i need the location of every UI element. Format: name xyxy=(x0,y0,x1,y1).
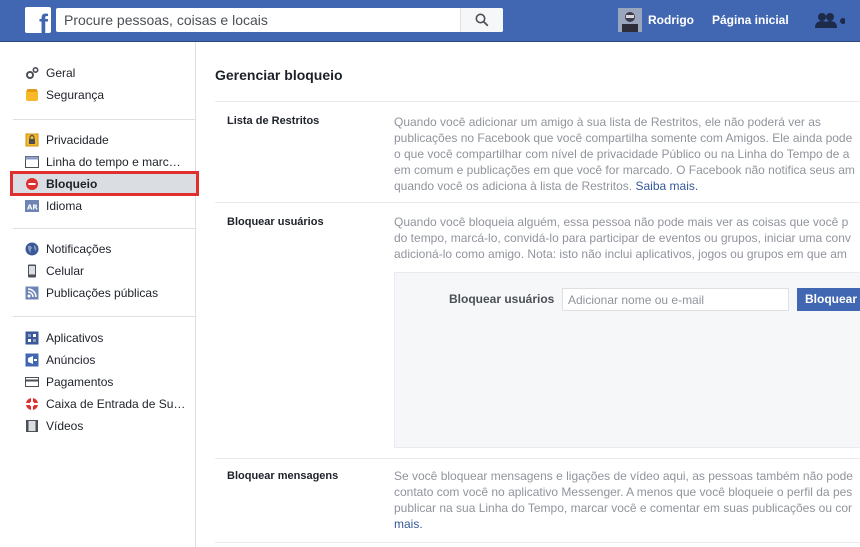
settings-sidebar: Geral Segurança Privacidade Linha do tem… xyxy=(0,42,199,547)
sidebar-item-label: Publicações públicas xyxy=(46,286,159,300)
shield-icon xyxy=(25,88,39,102)
search-box xyxy=(56,8,503,32)
sidebar-item-videos[interactable]: Vídeos xyxy=(13,415,196,437)
block-users-description: Quando você bloqueia alguém, essa pessoa… xyxy=(394,215,851,261)
search-button[interactable] xyxy=(460,8,503,32)
lifebuoy-icon xyxy=(25,397,39,411)
block-users-field-label: Bloquear usuários xyxy=(449,292,555,306)
friends-icon xyxy=(815,13,846,28)
sidebar-item-label: Bloqueio xyxy=(46,177,98,191)
sidebar-item-notifications[interactable]: Notificações xyxy=(13,238,196,260)
sidebar-item-label: Pagamentos xyxy=(46,375,114,389)
sidebar-item-label: Linha do tempo e marc… xyxy=(46,155,181,169)
sidebar-divider xyxy=(13,119,196,120)
sidebar-item-public-posts[interactable]: Publicações públicas xyxy=(13,282,196,304)
facebook-logo[interactable]: f xyxy=(25,7,51,33)
avatar[interactable] xyxy=(618,8,642,32)
sidebar-item-label: Aplicativos xyxy=(46,331,104,345)
home-link[interactable]: Página inicial xyxy=(712,13,789,27)
section-divider xyxy=(215,458,860,459)
sidebar-item-blocking[interactable]: Bloqueio xyxy=(10,171,199,196)
sidebar-item-label: Idioma xyxy=(46,199,83,213)
search-input[interactable] xyxy=(56,8,460,32)
learn-more-link[interactable]: Saiba mais. xyxy=(636,179,699,193)
ads-icon xyxy=(25,353,39,367)
svg-text:AR: AR xyxy=(27,204,38,212)
friend-requests-button[interactable] xyxy=(815,12,846,33)
sidebar-item-label: Celular xyxy=(46,264,85,278)
sidebar-item-label: Geral xyxy=(46,66,76,80)
rss-icon xyxy=(25,286,39,300)
sidebar-item-timeline[interactable]: Linha do tempo e marc… xyxy=(13,151,196,173)
page-title: Gerenciar bloqueio xyxy=(215,67,343,83)
sidebar-item-label: Segurança xyxy=(46,88,105,102)
block-users-label: Bloquear usuários xyxy=(227,216,324,228)
block-icon xyxy=(25,177,39,191)
sidebar-divider xyxy=(13,316,196,317)
gears-icon xyxy=(25,66,39,80)
restricted-list-description: Quando você adicionar um amigo à sua lis… xyxy=(394,115,855,193)
block-users-panel: Bloquear usuários Bloquear xyxy=(394,272,860,448)
sidebar-group-notifications: Notificações Celular Publicações pública… xyxy=(13,238,196,304)
sidebar-item-apps[interactable]: Aplicativos xyxy=(13,327,196,349)
language-icon: AR xyxy=(25,199,39,213)
sidebar-item-payments[interactable]: Pagamentos xyxy=(13,371,196,393)
globe-icon xyxy=(25,242,39,256)
sidebar-item-security[interactable]: Segurança xyxy=(13,84,196,106)
section-divider xyxy=(215,101,860,102)
sidebar-item-label: Anúncios xyxy=(46,353,96,367)
sidebar-item-support-inbox[interactable]: Caixa de Entrada de Su… xyxy=(13,393,196,415)
block-messages-label: Bloquear mensagens xyxy=(227,470,339,482)
sidebar-item-general[interactable]: Geral xyxy=(13,62,196,84)
profile-link[interactable]: Rodrigo xyxy=(648,13,694,27)
film-icon xyxy=(25,419,39,433)
sidebar-group-account: Geral Segurança xyxy=(13,62,196,106)
sidebar-item-language[interactable]: AR Idioma xyxy=(13,195,196,217)
restricted-list-label: Lista de Restritos xyxy=(227,115,320,127)
learn-more-link[interactable]: mais. xyxy=(394,517,423,531)
sidebar-item-label: Vídeos xyxy=(46,419,84,433)
sidebar-item-mobile[interactable]: Celular xyxy=(13,260,196,282)
main-content: Gerenciar bloqueio Lista de Restritos Qu… xyxy=(215,42,860,547)
sidebar-item-label: Notificações xyxy=(46,242,112,256)
sidebar-group-privacy: Privacidade Linha do tempo e marc… Bloqu… xyxy=(10,129,199,217)
section-divider xyxy=(215,542,860,543)
sidebar-item-label: Privacidade xyxy=(46,133,109,147)
sidebar-item-privacy[interactable]: Privacidade xyxy=(13,129,196,151)
search-icon xyxy=(475,13,489,27)
sidebar-group-apps: Aplicativos Anúncios Pagamentos Caixa de… xyxy=(13,327,196,437)
profile-photo-icon xyxy=(618,8,642,32)
mobile-icon xyxy=(25,264,39,278)
section-divider xyxy=(215,202,860,203)
sidebar-divider xyxy=(13,228,196,229)
sidebar-item-label: Caixa de Entrada de Su… xyxy=(46,397,186,411)
block-button[interactable]: Bloquear xyxy=(797,288,860,311)
lock-icon xyxy=(25,133,39,147)
top-navigation-bar: f Rodrigo Página inicial xyxy=(0,0,860,42)
card-icon xyxy=(25,375,39,389)
apps-icon xyxy=(25,331,39,345)
sidebar-item-ads[interactable]: Anúncios xyxy=(13,349,196,371)
block-users-input[interactable] xyxy=(562,288,789,311)
timeline-icon xyxy=(25,155,39,169)
block-messages-description: Se você bloquear mensagens e ligações de… xyxy=(394,469,853,531)
